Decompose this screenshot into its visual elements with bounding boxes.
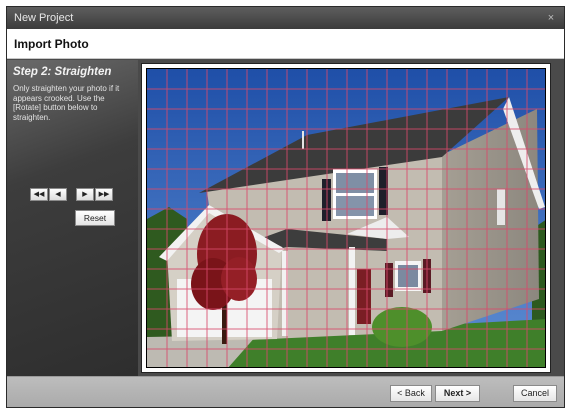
rotate-right-fast-button[interactable]: ▶▶ xyxy=(95,188,113,201)
shutter xyxy=(385,263,393,297)
new-project-window: New Project × Import Photo Step 2: Strai… xyxy=(6,6,565,408)
photo-image xyxy=(147,69,545,367)
front-door xyxy=(357,269,371,324)
wizard-footer: < Back Next > Cancel xyxy=(7,376,564,407)
close-icon[interactable]: × xyxy=(544,7,558,29)
step-title: Step 2: Straighten xyxy=(13,66,112,78)
reset-button[interactable]: Reset xyxy=(75,210,115,226)
back-button[interactable]: < Back xyxy=(390,385,432,402)
shrub xyxy=(372,307,432,347)
house-photo[interactable] xyxy=(146,68,546,368)
window-pane xyxy=(336,196,374,216)
step-description: Only straighten your photo if it appears… xyxy=(13,84,120,122)
window-title: New Project xyxy=(14,12,74,24)
window-pane xyxy=(336,173,374,193)
tree-foliage xyxy=(221,257,257,301)
porch-column xyxy=(349,247,355,335)
window-pane xyxy=(398,265,418,287)
rotate-left-button[interactable]: ◀ xyxy=(49,188,67,201)
roof-vent xyxy=(302,131,304,149)
next-button[interactable]: Next > xyxy=(435,385,480,402)
photo-frame xyxy=(141,63,551,373)
rotate-left-fast-button[interactable]: ◀◀ xyxy=(30,188,48,201)
title-bar: New Project × xyxy=(7,7,564,29)
side-window xyxy=(497,189,505,225)
step-panel: Step 2: Straighten Only straighten your … xyxy=(7,60,138,376)
cancel-button[interactable]: Cancel xyxy=(513,385,557,402)
rotate-right-button[interactable]: ▶ xyxy=(76,188,94,201)
page-title: Import Photo xyxy=(7,29,564,59)
